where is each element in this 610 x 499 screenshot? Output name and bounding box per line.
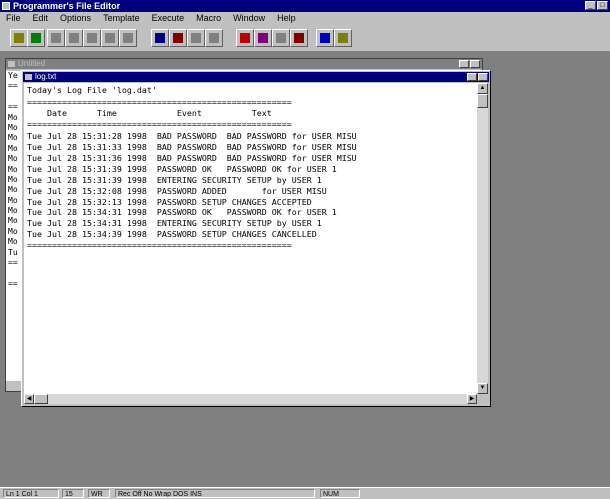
print-button[interactable] xyxy=(65,29,83,47)
scroll-up-icon[interactable]: ▲ xyxy=(477,83,488,94)
redo-button[interactable] xyxy=(205,29,223,47)
status-cell: WR xyxy=(88,489,110,498)
copy-icon xyxy=(105,33,115,43)
new-file-icon xyxy=(14,33,24,43)
cascade-windows-button[interactable] xyxy=(272,29,290,47)
bookmark-button[interactable] xyxy=(236,29,254,47)
undo-button[interactable] xyxy=(187,29,205,47)
log-header-line: ========================================… xyxy=(27,119,292,129)
cut-button[interactable] xyxy=(83,29,101,47)
help-button[interactable] xyxy=(334,29,352,47)
execute-icon xyxy=(294,33,304,43)
app-title-bar[interactable]: Programmer's File Editor _ □ xyxy=(0,0,610,12)
log-window-controls xyxy=(467,73,488,81)
log-document-window[interactable]: log.txt Today's Log File 'log.dat' ======… xyxy=(21,70,491,407)
menu-edit[interactable]: Edit xyxy=(27,12,55,25)
document-icon[interactable] xyxy=(8,61,15,67)
print-icon xyxy=(69,33,79,43)
background-window-title-bar[interactable]: Untitled xyxy=(6,59,482,69)
minimize-icon[interactable]: _ xyxy=(585,1,596,10)
minimize-icon[interactable] xyxy=(459,60,469,68)
replace-button[interactable] xyxy=(169,29,187,47)
cascade-windows-icon xyxy=(276,33,286,43)
app-window-controls: _ □ xyxy=(585,1,608,10)
log-header-line: ========================================… xyxy=(27,240,292,250)
maximize-icon[interactable] xyxy=(478,73,488,81)
menu-file[interactable]: File xyxy=(0,12,27,25)
log-entry-line: Tue Jul 28 15:32:13 1998 PASSWORD SETUP … xyxy=(27,197,312,207)
log-entry-line: Tue Jul 28 15:32:08 1998 PASSWORD ADDED … xyxy=(27,186,327,196)
log-text-area[interactable]: Today's Log File 'log.dat' ==============… xyxy=(24,83,477,394)
log-entry-line: Tue Jul 28 15:31:39 1998 ENTERING SECURI… xyxy=(27,175,322,185)
help-icon xyxy=(338,33,348,43)
menu-window[interactable]: Window xyxy=(227,12,271,25)
copy-button[interactable] xyxy=(101,29,119,47)
menu-macro[interactable]: Macro xyxy=(190,12,227,25)
status-cell: Ln 1 Col 1 xyxy=(3,489,59,498)
cut-icon xyxy=(87,33,97,43)
open-file-button[interactable] xyxy=(27,29,45,47)
app-icon[interactable] xyxy=(2,2,10,10)
log-header-line: Date Time Event Text xyxy=(27,108,272,118)
horizontal-scroll-thumb[interactable] xyxy=(34,394,48,404)
log-window-title: log.txt xyxy=(35,72,57,81)
status-bar: Ln 1 Col 1 15 WR Rec Off No Wrap DOS INS NUM xyxy=(0,487,610,499)
mdi-client-area[interactable]: Untitled Ye == == Mo Mo Mo Mo Mo Mo Mo Mo Mo Mo Mo Mo M… xyxy=(0,52,610,487)
execute-button[interactable] xyxy=(290,29,308,47)
find-icon xyxy=(155,33,165,43)
status-cell: NUM xyxy=(320,489,360,498)
status-cell: 15 xyxy=(62,489,84,498)
maximize-icon[interactable] xyxy=(470,60,480,68)
window-list-button[interactable] xyxy=(316,29,334,47)
log-entry-line: Tue Jul 28 15:31:33 1998 BAD PASSWORD BA… xyxy=(27,142,357,152)
menu-bar: File Edit Options Template Execute Macro Windo… xyxy=(0,12,610,25)
minimize-icon[interactable] xyxy=(467,73,477,81)
window-list-icon xyxy=(320,33,330,43)
log-entry-line: Tue Jul 28 15:31:28 1998 BAD PASSWORD BA… xyxy=(27,131,357,141)
log-entry-line: Tue Jul 28 15:34:31 1998 ENTERING SECURI… xyxy=(27,218,322,228)
save-icon xyxy=(51,33,61,43)
replace-icon xyxy=(173,33,183,43)
log-header-line: ========================================… xyxy=(27,97,292,107)
vertical-scroll-thumb[interactable] xyxy=(477,94,488,108)
save-button[interactable] xyxy=(47,29,65,47)
status-cell: Rec Off No Wrap DOS INS xyxy=(115,489,315,498)
log-entry-line: Tue Jul 28 15:31:39 1998 PASSWORD OK PAS… xyxy=(27,164,337,174)
menu-help[interactable]: Help xyxy=(271,12,302,25)
horizontal-scrollbar[interactable]: ◀ ▶ xyxy=(24,394,477,404)
document-icon[interactable] xyxy=(25,74,32,80)
scroll-down-icon[interactable]: ▼ xyxy=(477,383,488,394)
log-entry-line: Tue Jul 28 15:34:31 1998 PASSWORD OK PAS… xyxy=(27,207,337,217)
background-window-title: Untitled xyxy=(18,59,46,68)
log-window-title-bar[interactable]: log.txt xyxy=(23,72,489,82)
log-header-line: Today's Log File 'log.dat' xyxy=(27,85,157,95)
new-file-button[interactable] xyxy=(10,29,28,47)
log-entry-line: Tue Jul 28 15:34:39 1998 PASSWORD SETUP … xyxy=(27,229,317,239)
maximize-icon[interactable]: □ xyxy=(597,1,608,10)
undo-icon xyxy=(191,33,201,43)
bookmark-icon xyxy=(240,33,250,43)
menu-execute[interactable]: Execute xyxy=(146,12,191,25)
app-title: Programmer's File Editor xyxy=(13,1,121,11)
find-button[interactable] xyxy=(151,29,169,47)
tile-windows-button[interactable] xyxy=(254,29,272,47)
editor-application: Programmer's File Editor _ □ File Edit Opt… xyxy=(0,0,610,499)
redo-icon xyxy=(209,33,219,43)
paste-button[interactable] xyxy=(119,29,137,47)
scroll-left-icon[interactable]: ◀ xyxy=(24,394,34,404)
open-file-icon xyxy=(31,33,41,43)
paste-icon xyxy=(123,33,133,43)
scroll-right-icon[interactable]: ▶ xyxy=(467,394,477,404)
menu-options[interactable]: Options xyxy=(54,12,97,25)
log-entry-line: Tue Jul 28 15:31:36 1998 BAD PASSWORD BA… xyxy=(27,153,357,163)
toolbar xyxy=(0,25,610,52)
menu-template[interactable]: Template xyxy=(97,12,146,25)
tile-windows-icon xyxy=(258,33,268,43)
vertical-scrollbar[interactable]: ▲ ▼ xyxy=(477,83,488,394)
